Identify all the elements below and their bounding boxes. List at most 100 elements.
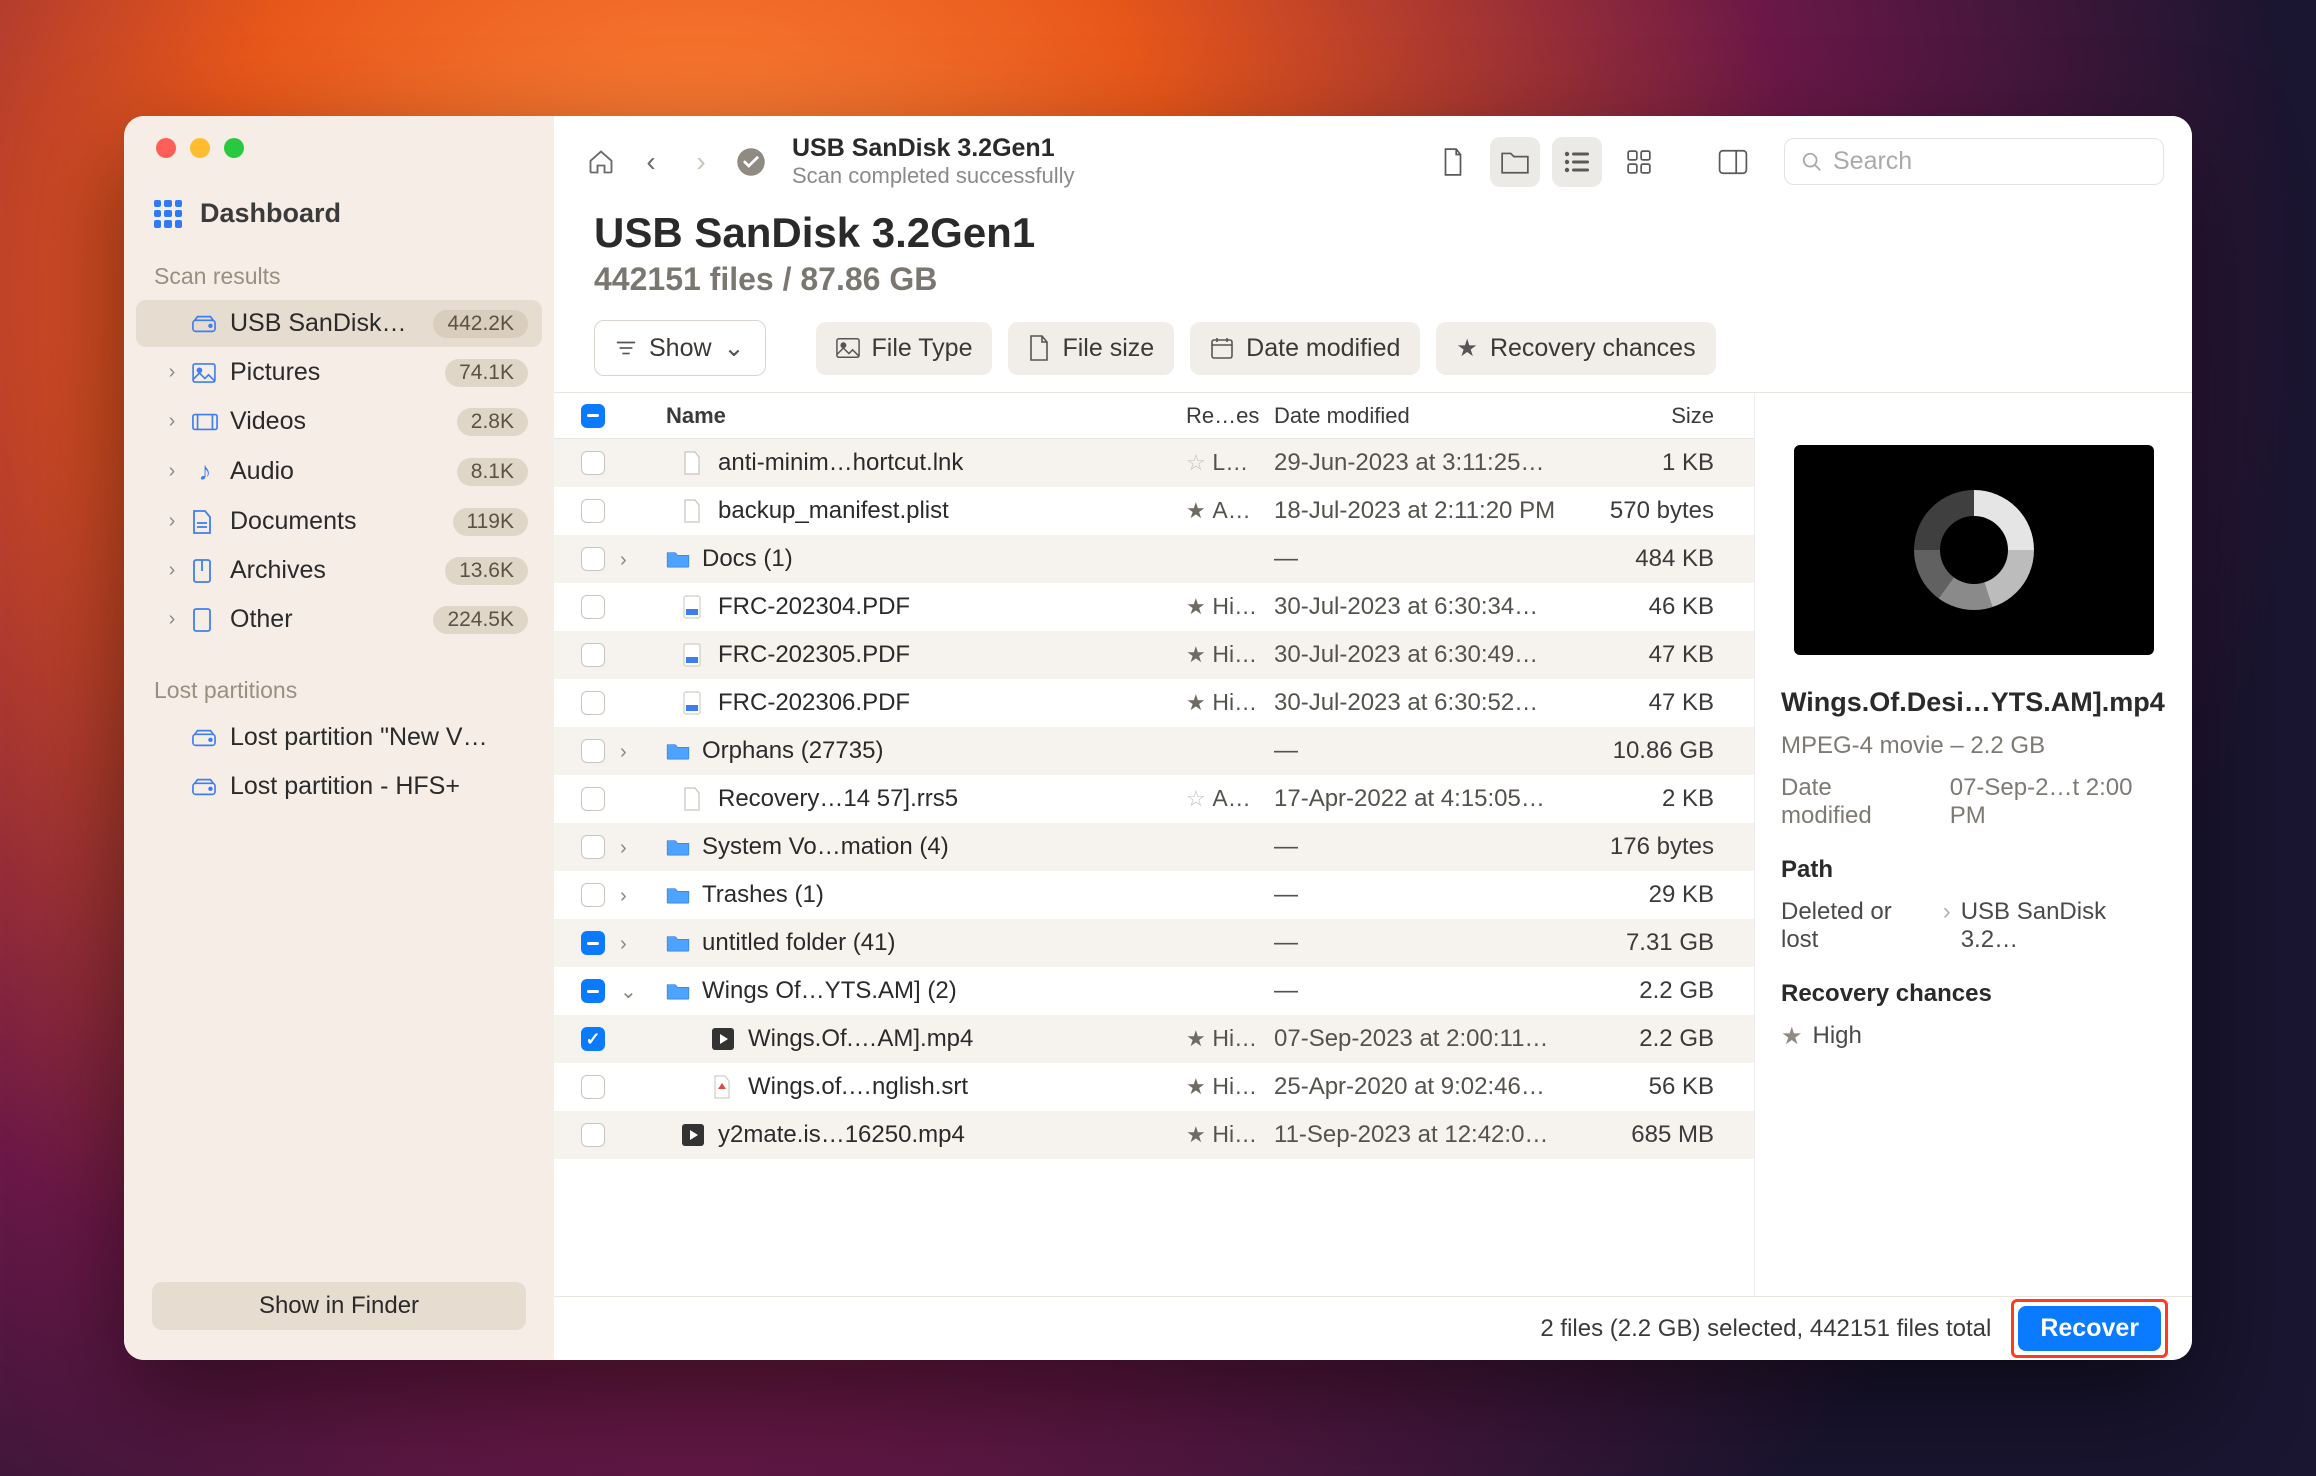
disclosure-icon: › — [164, 510, 180, 533]
row-checkbox[interactable]: ✓ — [581, 1027, 605, 1051]
show-dropdown[interactable]: Show ⌄ — [594, 320, 766, 376]
search-field[interactable]: Search — [1784, 138, 2164, 185]
toolbar-title: USB SanDisk 3.2Gen1 — [792, 134, 1074, 163]
row-checkbox[interactable] — [581, 691, 605, 715]
row-checkbox[interactable] — [581, 547, 605, 571]
table-row[interactable]: Wings.of.…nglish.srt★ Hi…25-Apr-2020 at … — [554, 1063, 1754, 1111]
row-checkbox[interactable] — [581, 451, 605, 475]
show-in-finder-button[interactable]: Show in Finder — [152, 1282, 526, 1330]
row-checkbox[interactable] — [581, 499, 605, 523]
row-checkbox[interactable] — [581, 643, 605, 667]
sidebar-item[interactable]: ›♪Audio8.1K — [136, 447, 542, 496]
view-grid-button[interactable] — [1614, 137, 1664, 187]
star-icon: ★ — [1186, 498, 1206, 523]
table-row[interactable]: anti-minim…hortcut.lnk☆ L…29-Jun-2023 at… — [554, 439, 1754, 487]
zoom-window[interactable] — [224, 138, 244, 158]
date-modified: 17-Apr-2022 at 4:15:05… — [1274, 785, 1545, 812]
disclosure-icon[interactable]: › — [620, 741, 627, 763]
file-size: 685 MB — [1631, 1121, 1714, 1148]
sidebar-item[interactable]: ›Pictures74.1K — [136, 349, 542, 396]
table-row[interactable]: ⌄Wings Of…YTS.AM] (2)—2.2 GB — [554, 967, 1754, 1015]
table-row[interactable]: ›Docs (1)—484 KB — [554, 535, 1754, 583]
col-recovery[interactable]: Re…es — [1186, 403, 1274, 429]
sidebar-lost-partition[interactable]: Lost partition - HFS+ — [136, 763, 542, 810]
file-size: 1 KB — [1662, 449, 1714, 476]
row-checkbox[interactable] — [581, 787, 605, 811]
disclosure-icon[interactable]: › — [620, 837, 627, 859]
disclosure-icon[interactable]: › — [620, 885, 627, 907]
table-row[interactable]: ›Trashes (1)—29 KB — [554, 871, 1754, 919]
filter-file-size[interactable]: File size — [1008, 322, 1174, 375]
disclosure-icon[interactable]: › — [620, 549, 627, 571]
table-row[interactable]: ›System Vo…mation (4)—176 bytes — [554, 823, 1754, 871]
sidebar-item[interactable]: ›Documents119K — [136, 498, 542, 545]
table-row[interactable]: ✓Wings.Of.…AM].mp4★ Hi…07-Sep-2023 at 2:… — [554, 1015, 1754, 1063]
table-row[interactable]: FRC-202306.PDF★ Hi…30-Jul-2023 at 6:30:5… — [554, 679, 1754, 727]
count-badge: 8.1K — [457, 458, 528, 486]
row-checkbox[interactable] — [581, 931, 605, 955]
toolbar-title-block: USB SanDisk 3.2Gen1 Scan completed succe… — [792, 134, 1074, 189]
row-checkbox[interactable] — [581, 595, 605, 619]
filter-recovery-chances[interactable]: ★ Recovery chances — [1436, 322, 1715, 375]
disclosure-icon[interactable]: › — [620, 933, 627, 955]
row-checkbox[interactable] — [581, 1075, 605, 1099]
col-name[interactable]: Name — [660, 403, 1186, 429]
file-name: Wings.of.…nglish.srt — [748, 1073, 968, 1101]
file-size: 56 KB — [1649, 1073, 1714, 1100]
nav-back-button[interactable]: ‹ — [632, 143, 670, 181]
disclosure-icon[interactable]: ⌄ — [620, 981, 637, 1003]
col-size[interactable]: Size — [1590, 403, 1742, 429]
table-row[interactable]: FRC-202304.PDF★ Hi…30-Jul-2023 at 6:30:3… — [554, 583, 1754, 631]
date-modified: 29-Jun-2023 at 3:11:25… — [1274, 449, 1544, 476]
file-icon — [666, 550, 692, 568]
table-row[interactable]: y2mate.is…16250.mp4★ Hi…11-Sep-2023 at 1… — [554, 1111, 1754, 1159]
minimize-window[interactable] — [190, 138, 210, 158]
file-size: 47 KB — [1649, 689, 1714, 716]
dashboard-link[interactable]: Dashboard — [124, 186, 554, 253]
sidebar-lost-partition[interactable]: Lost partition "New V… — [136, 714, 542, 761]
toggle-preview-button[interactable] — [1708, 137, 1758, 187]
table-row[interactable]: FRC-202305.PDF★ Hi…30-Jul-2023 at 6:30:4… — [554, 631, 1754, 679]
file-name: Docs (1) — [702, 545, 793, 573]
count-badge: 119K — [453, 508, 529, 536]
table-row[interactable]: backup_manifest.plist★ A…18-Jul-2023 at … — [554, 487, 1754, 535]
select-all-checkbox[interactable] — [581, 404, 605, 428]
disclosure-icon: › — [164, 410, 180, 433]
view-folder-button[interactable] — [1490, 137, 1540, 187]
file-size: 484 KB — [1635, 545, 1714, 572]
sidebar-item[interactable]: USB SanDisk…442.2K — [136, 300, 542, 347]
table-row[interactable]: ›Orphans (27735)—10.86 GB — [554, 727, 1754, 775]
file-icon — [682, 595, 708, 619]
details-date: 07-Sep-2…t 2:00 PM — [1950, 774, 2166, 830]
table-row[interactable]: ›untitled folder (41)—7.31 GB — [554, 919, 1754, 967]
home-button[interactable] — [582, 143, 620, 181]
sidebar-item-label: Archives — [230, 556, 433, 585]
file-icon — [666, 982, 692, 1000]
sidebar-item[interactable]: ›Videos2.8K — [136, 398, 542, 445]
sidebar-item[interactable]: ›Archives13.6K — [136, 547, 542, 594]
file-name: anti-minim…hortcut.lnk — [718, 449, 963, 477]
recovery-chance: Hi… — [1212, 1121, 1257, 1147]
preview-thumbnail — [1794, 445, 2154, 655]
view-list-button[interactable] — [1552, 137, 1602, 187]
view-doc-button[interactable] — [1428, 137, 1478, 187]
search-placeholder: Search — [1833, 147, 1912, 176]
col-date[interactable]: Date modified — [1274, 403, 1590, 429]
recover-button[interactable]: Recover — [2018, 1306, 2161, 1351]
nav-forward-button[interactable]: › — [682, 143, 720, 181]
filter-date-modified[interactable]: Date modified — [1190, 322, 1420, 375]
disclosure-icon: › — [164, 608, 180, 631]
details-title: Wings.Of.Desi…YTS.AM].mp4 — [1781, 687, 2166, 718]
image-icon — [192, 363, 218, 383]
row-checkbox[interactable] — [581, 883, 605, 907]
row-checkbox[interactable] — [581, 979, 605, 1003]
row-checkbox[interactable] — [581, 835, 605, 859]
row-checkbox[interactable] — [581, 1123, 605, 1147]
lost-partitions-label: Lost partitions — [124, 667, 554, 712]
sidebar-item[interactable]: ›Other224.5K — [136, 596, 542, 643]
filter-file-type[interactable]: File Type — [816, 322, 993, 375]
close-window[interactable] — [156, 138, 176, 158]
table-row[interactable]: Recovery…14 57].rrs5☆ A…17-Apr-2022 at 4… — [554, 775, 1754, 823]
file-icon — [712, 1028, 738, 1050]
row-checkbox[interactable] — [581, 739, 605, 763]
